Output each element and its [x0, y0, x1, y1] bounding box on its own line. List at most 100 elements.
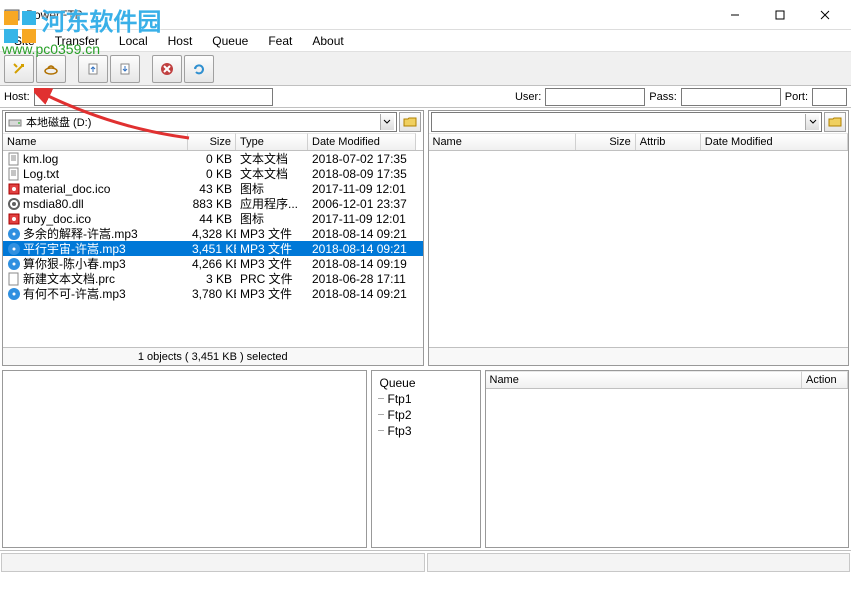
- port-input[interactable]: [812, 88, 847, 106]
- menu-host[interactable]: Host: [158, 32, 203, 50]
- file-size: 44 KB: [188, 212, 236, 226]
- file-row[interactable]: 新建文本文档.prc3 KBPRC 文件2018-06-28 17:11: [3, 271, 423, 286]
- tree-item[interactable]: Ftp2: [376, 407, 476, 423]
- file-name: km.log: [23, 152, 58, 166]
- col-name[interactable]: Name: [429, 133, 576, 150]
- file-icon: [7, 227, 21, 241]
- file-size: 883 KB: [188, 197, 236, 211]
- refresh-button[interactable]: [184, 55, 214, 83]
- menu-local[interactable]: Local: [109, 32, 158, 50]
- file-size: 4,266 KB: [188, 257, 236, 271]
- file-date: 2018-08-14 09:21: [308, 242, 416, 256]
- local-panel: 本地磁盘 (D:) Name Size Type Date Modified k…: [2, 110, 424, 366]
- dropdown-icon[interactable]: [380, 114, 394, 130]
- file-date: 2017-11-09 12:01: [308, 212, 416, 226]
- file-row[interactable]: ruby_doc.ico44 KB图标2017-11-09 12:01: [3, 211, 423, 226]
- queue-tree[interactable]: Queue Ftp1 Ftp2 Ftp3: [371, 370, 481, 548]
- file-name: msdia80.dll: [23, 197, 84, 211]
- queue-list[interactable]: [486, 389, 849, 547]
- col-type[interactable]: Type: [236, 133, 308, 150]
- file-size: 4,328 KB: [188, 227, 236, 241]
- file-icon: [7, 167, 21, 181]
- pass-label: Pass:: [649, 91, 677, 103]
- file-date: 2017-11-09 12:01: [308, 182, 416, 196]
- user-label: User:: [515, 91, 541, 103]
- col-attrib[interactable]: Attrib: [636, 133, 701, 150]
- file-icon: [7, 287, 21, 301]
- close-button[interactable]: [802, 1, 847, 29]
- file-date: 2018-08-09 17:35: [308, 167, 416, 181]
- remote-file-list[interactable]: [429, 151, 849, 347]
- file-date: 2018-06-28 17:11: [308, 272, 416, 286]
- file-date: 2018-08-14 09:21: [308, 227, 416, 241]
- log-panel[interactable]: [2, 370, 367, 548]
- file-row[interactable]: km.log0 KB文本文档2018-07-02 17:35: [3, 151, 423, 166]
- toolbar: [0, 52, 851, 86]
- download-button[interactable]: [110, 55, 140, 83]
- menu-about[interactable]: About: [302, 32, 353, 50]
- menu-transfer[interactable]: Transfer: [45, 32, 109, 50]
- col-size[interactable]: Size: [188, 133, 236, 150]
- local-path-combo[interactable]: 本地磁盘 (D:): [5, 112, 397, 132]
- file-icon: [7, 212, 21, 226]
- drive-icon: [8, 116, 22, 128]
- col-action[interactable]: Action: [802, 371, 848, 388]
- menubar: Site Transfer Local Host Queue Feat Abou…: [0, 30, 851, 52]
- remote-browse-button[interactable]: [824, 112, 846, 132]
- tree-item[interactable]: Ftp1: [376, 391, 476, 407]
- menu-site[interactable]: Site: [4, 32, 45, 50]
- local-path-text: 本地磁盘 (D:): [26, 114, 380, 130]
- col-name[interactable]: Name: [486, 371, 803, 388]
- local-browse-button[interactable]: [399, 112, 421, 132]
- status-segment: [427, 553, 851, 572]
- file-icon: [7, 182, 21, 196]
- remote-status: [429, 347, 849, 365]
- col-name[interactable]: Name: [3, 133, 188, 150]
- file-size: 0 KB: [188, 167, 236, 181]
- file-row[interactable]: 有何不可-许嵩.mp33,780 KBMP3 文件2018-08-14 09:2…: [3, 286, 423, 301]
- port-label: Port:: [785, 91, 808, 103]
- file-size: 3,451 KB: [188, 242, 236, 256]
- hostbar: Host: User: Pass: Port:: [0, 86, 851, 108]
- file-icon: [7, 242, 21, 256]
- file-row[interactable]: 平行宇宙-许嵩.mp33,451 KBMP3 文件2018-08-14 09:2…: [3, 241, 423, 256]
- file-size: 3 KB: [188, 272, 236, 286]
- upload-button[interactable]: [78, 55, 108, 83]
- file-date: 2018-08-14 09:19: [308, 257, 416, 271]
- pass-input[interactable]: [681, 88, 781, 106]
- statusbar: [0, 550, 851, 574]
- file-row[interactable]: 多余的解释-许嵩.mp34,328 KBMP3 文件2018-08-14 09:…: [3, 226, 423, 241]
- local-file-list[interactable]: km.log0 KB文本文档2018-07-02 17:35Log.txt 0 K…: [3, 151, 423, 347]
- tree-item[interactable]: Ftp3: [376, 423, 476, 439]
- file-icon: [7, 257, 21, 271]
- file-name: Log.txt: [23, 167, 59, 181]
- queue-list-panel: Name Action: [485, 370, 850, 548]
- col-date[interactable]: Date Modified: [701, 133, 848, 150]
- file-row[interactable]: msdia80.dll883 KB应用程序...2006-12-01 23:37: [3, 196, 423, 211]
- connect-button[interactable]: [4, 55, 34, 83]
- col-size[interactable]: Size: [576, 133, 636, 150]
- stop-button[interactable]: [152, 55, 182, 83]
- file-date: 2018-07-02 17:35: [308, 152, 416, 166]
- file-row[interactable]: material_doc.ico43 KB图标2017-11-09 12:01: [3, 181, 423, 196]
- file-name: material_doc.ico: [23, 182, 110, 196]
- remote-path-combo[interactable]: [431, 112, 823, 132]
- host-input[interactable]: [34, 88, 274, 106]
- disconnect-button[interactable]: [36, 55, 66, 83]
- file-icon: [7, 272, 21, 286]
- menu-feat[interactable]: Feat: [258, 32, 302, 50]
- remote-list-header: Name Size Attrib Date Modified: [429, 133, 849, 151]
- file-date: 2006-12-01 23:37: [308, 197, 416, 211]
- minimize-button[interactable]: [712, 1, 757, 29]
- menu-queue[interactable]: Queue: [202, 32, 258, 50]
- col-date[interactable]: Date Modified: [308, 133, 416, 150]
- user-input[interactable]: [545, 88, 645, 106]
- app-icon: [4, 7, 20, 23]
- file-size: 43 KB: [188, 182, 236, 196]
- status-segment: [1, 553, 425, 572]
- dropdown-icon[interactable]: [805, 114, 819, 130]
- maximize-button[interactable]: [757, 1, 802, 29]
- file-row[interactable]: Log.txt0 KB文本文档2018-08-09 17:35: [3, 166, 423, 181]
- tree-root[interactable]: Queue: [376, 375, 476, 391]
- file-row[interactable]: 算你狠-陈小春.mp34,266 KBMP3 文件2018-08-14 09:1…: [3, 256, 423, 271]
